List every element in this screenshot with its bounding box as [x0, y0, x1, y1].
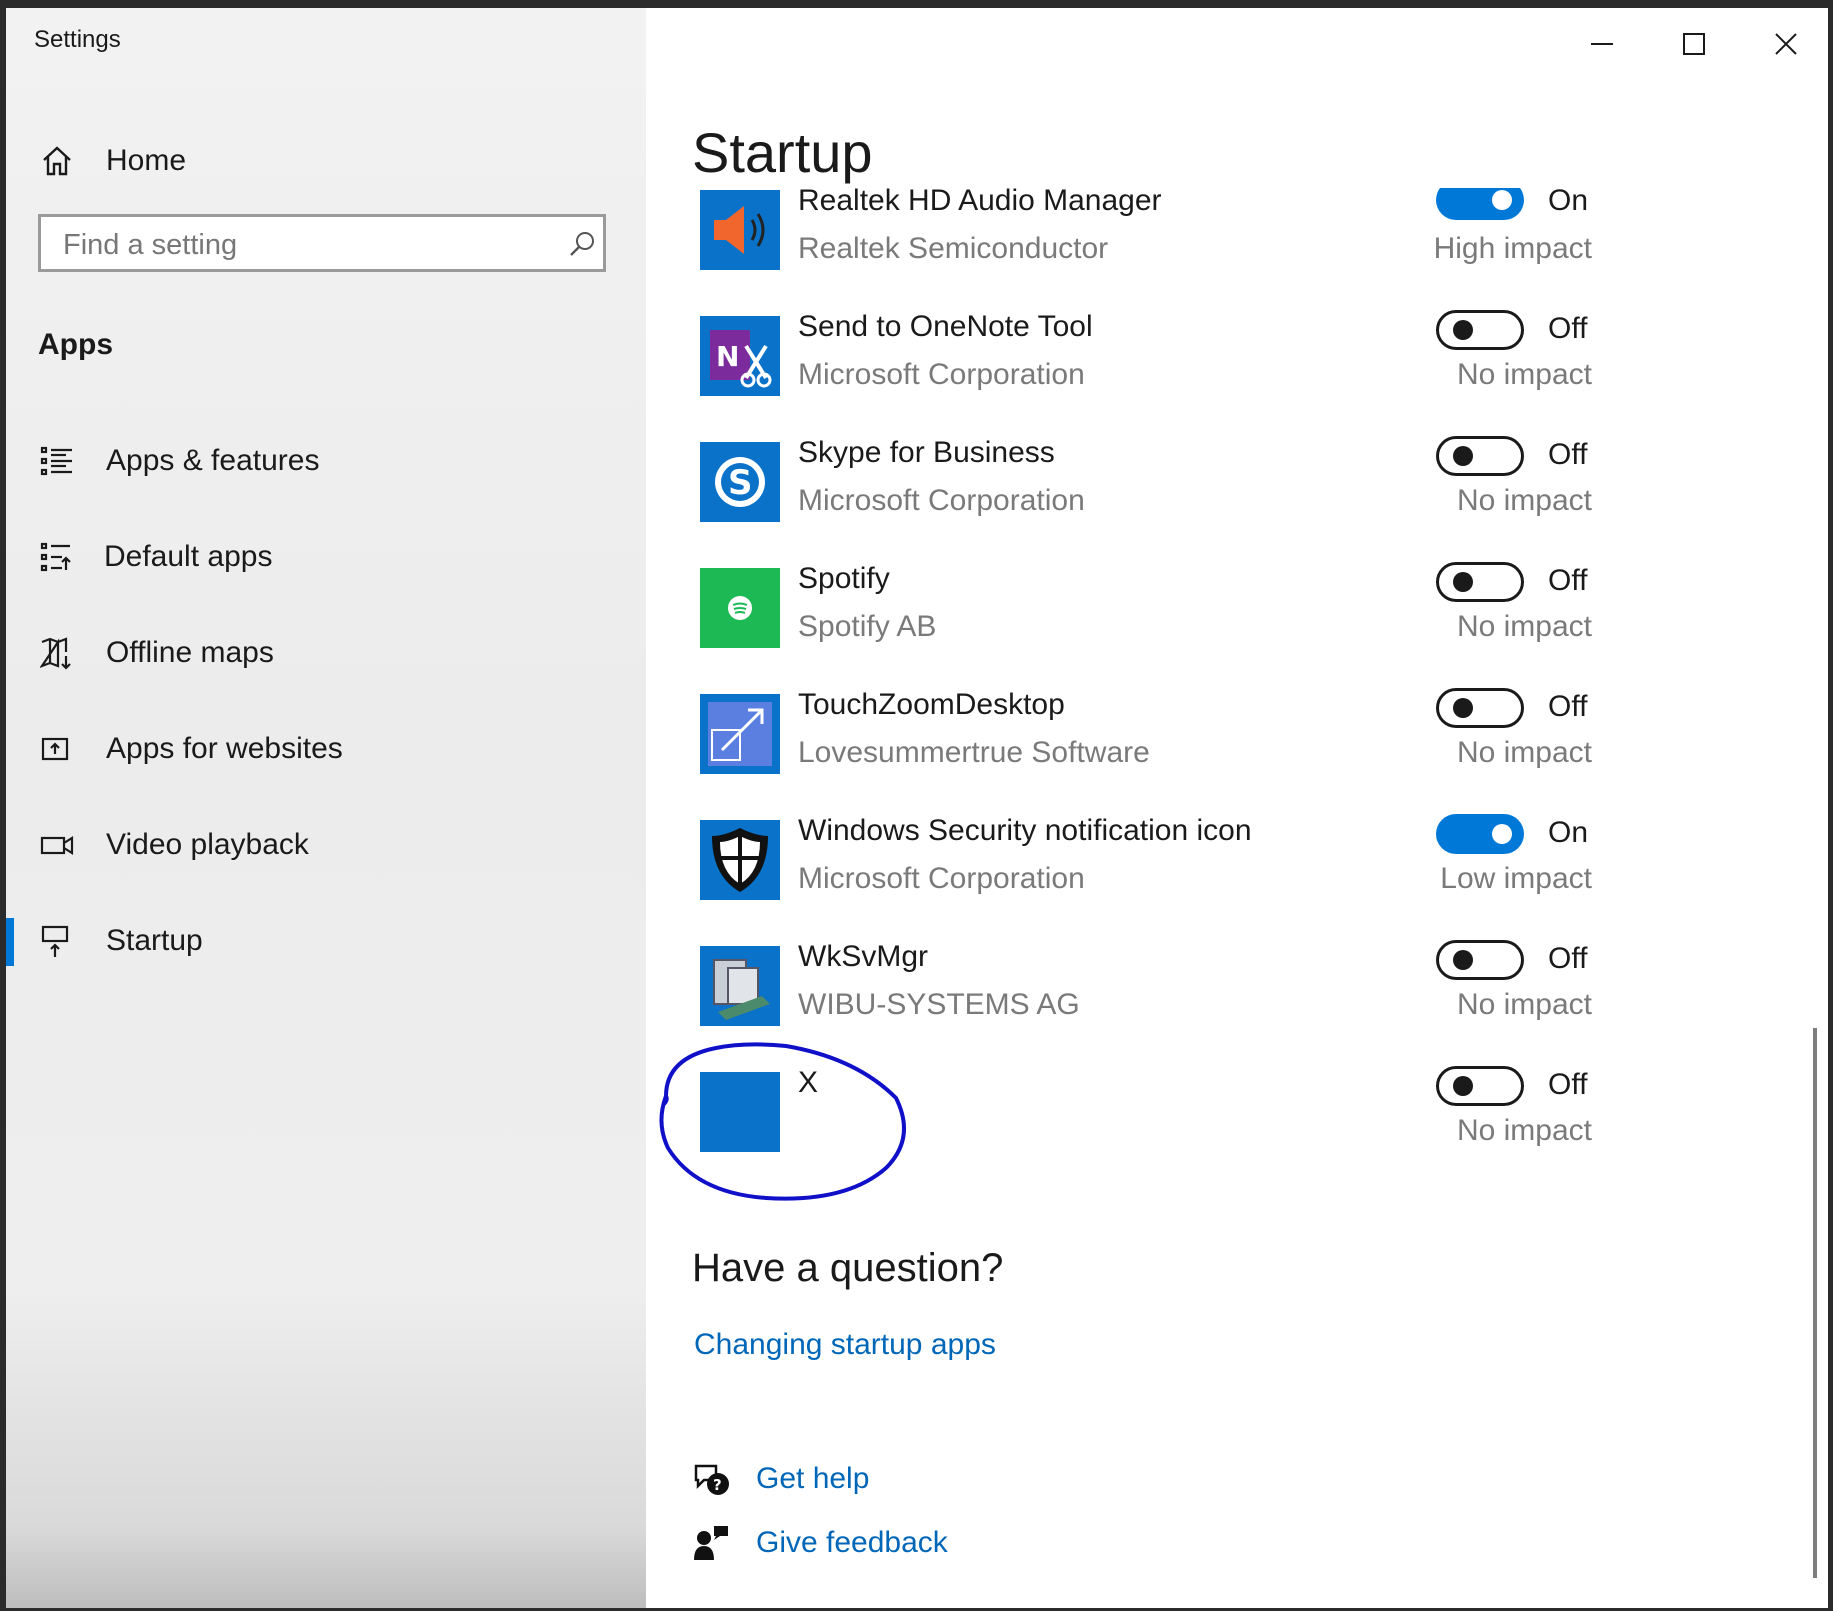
spotify-icon [700, 568, 780, 648]
zoom-arrows-icon [700, 694, 780, 774]
svg-text:N: N [716, 340, 739, 373]
feedback-person-icon [694, 1526, 728, 1560]
startup-toggle[interactable] [1436, 310, 1524, 350]
website-app-icon [41, 737, 69, 761]
search-input[interactable]: Find a setting [63, 229, 237, 262]
impact-label: No impact [1456, 358, 1592, 391]
impact-label: No impact [1456, 1114, 1592, 1147]
toggle-state: On [1548, 816, 1589, 849]
minimize-button[interactable] [1577, 14, 1627, 64]
list-item: Realtek HD Audio Manager Realtek Semicon… [652, 188, 1812, 280]
app-name: Realtek HD Audio Manager [798, 188, 1162, 217]
startup-toggle[interactable] [1436, 940, 1524, 980]
list-item: N Send to OneNote Tool Microsoft Corpora… [652, 296, 1812, 406]
app-name: WkSvMgr [798, 940, 928, 973]
toggle-state: Off [1548, 312, 1588, 345]
sidebar-item-label: Default apps [104, 540, 273, 573]
home-icon [43, 146, 71, 176]
list-item: S Skype for Business Microsoft Corporati… [652, 422, 1812, 532]
impact-label: No impact [1456, 988, 1592, 1021]
app-name: Spotify [798, 562, 890, 595]
apps-list-icon [40, 446, 72, 476]
startup-toggle[interactable] [1436, 1066, 1524, 1106]
startup-toggle[interactable] [1436, 562, 1524, 602]
video-camera-icon [40, 836, 74, 855]
onenote-icon: N [700, 316, 780, 396]
app-publisher: Microsoft Corporation [798, 484, 1085, 517]
impact-label: No impact [1456, 484, 1592, 517]
toggle-state: On [1548, 188, 1589, 217]
give-feedback-label: Give feedback [756, 1526, 948, 1559]
list-item: WkSvMgr WIBU-SYSTEMS AG Off No impact [652, 926, 1812, 1036]
search-icon[interactable] [568, 230, 596, 258]
annotation-circle [659, 1042, 906, 1201]
app-name: Windows Security notification icon [798, 814, 1252, 847]
page-title: Startup [692, 121, 873, 184]
sidebar-item-apps-websites[interactable]: Apps for websites [40, 726, 600, 778]
sidebar-item-label: Apps for websites [106, 732, 343, 765]
startup-toggle[interactable] [1436, 814, 1524, 854]
help-chat-icon: ? [694, 1464, 729, 1495]
sidebar-item-video-playback[interactable]: Video playback [40, 822, 600, 874]
app-name: TouchZoomDesktop [798, 688, 1065, 721]
sidebar-item-label: Video playback [106, 828, 309, 861]
app-publisher: Lovesummertrue Software [798, 736, 1150, 769]
skype-icon: S [700, 442, 780, 522]
impact-label: No impact [1456, 736, 1592, 769]
window-title: Settings [34, 26, 121, 53]
get-help-link[interactable]: ? Get help [692, 1460, 992, 1504]
default-apps-icon [40, 542, 71, 572]
sidebar-item-label: Apps & features [106, 444, 320, 477]
shield-icon [700, 820, 780, 900]
impact-label: High impact [1433, 232, 1592, 265]
app-name: Send to OneNote Tool [798, 310, 1093, 343]
search-box[interactable]: Find a setting [38, 214, 606, 272]
toggle-state: Off [1548, 690, 1588, 723]
sidebar-item-label: Startup [106, 924, 203, 957]
computer-icon [700, 946, 780, 1026]
list-item: Windows Security notification icon Micro… [652, 800, 1812, 910]
svg-text:S: S [728, 463, 753, 503]
section-heading-apps: Apps [38, 328, 113, 361]
sidebar-item-label: Offline maps [106, 636, 274, 669]
sidebar: Settings Home Find a setting Apps Apps &… [6, 8, 646, 1608]
app-publisher: Microsoft Corporation [798, 862, 1085, 895]
app-name: Skype for Business [798, 436, 1055, 469]
impact-label: No impact [1456, 610, 1592, 643]
app-publisher: Realtek Semiconductor [798, 232, 1109, 265]
get-help-label: Get help [756, 1462, 870, 1495]
app-publisher: Microsoft Corporation [798, 358, 1085, 391]
map-download-icon [40, 637, 71, 670]
settings-window: Settings Home Find a setting Apps Apps &… [6, 8, 1828, 1608]
scrollbar[interactable] [1813, 1028, 1817, 1578]
startup-icon [41, 925, 69, 957]
startup-toggle[interactable] [1436, 688, 1524, 728]
toggle-state: Off [1548, 564, 1588, 597]
changing-startup-apps-link[interactable]: Changing startup apps [694, 1328, 996, 1362]
sidebar-item-offline-maps[interactable]: Offline maps [40, 630, 600, 682]
app-publisher: Spotify AB [798, 610, 937, 643]
sidebar-item-apps-features[interactable]: Apps & features [40, 438, 600, 490]
sidebar-item-default-apps[interactable]: Default apps [40, 534, 600, 586]
toggle-state: Off [1548, 942, 1588, 975]
startup-toggle[interactable] [1436, 436, 1524, 476]
sidebar-item-startup[interactable]: Startup [40, 918, 600, 970]
impact-label: Low impact [1440, 862, 1592, 895]
question-heading: Have a question? [692, 1246, 1004, 1290]
maximize-button[interactable] [1669, 14, 1719, 64]
startup-toggle[interactable] [1436, 188, 1524, 220]
selected-indicator [6, 918, 14, 966]
svg-text:?: ? [713, 1476, 722, 1494]
toggle-state: Off [1548, 438, 1588, 471]
give-feedback-link[interactable]: Give feedback [692, 1524, 992, 1568]
app-publisher: WIBU-SYSTEMS AG [798, 988, 1080, 1021]
home-nav-item[interactable]: Home [40, 138, 560, 190]
list-item: Spotify Spotify AB Off No impact [652, 548, 1812, 658]
home-label: Home [106, 144, 187, 177]
toggle-state: Off [1548, 1068, 1588, 1101]
close-button[interactable] [1761, 14, 1811, 64]
list-item: TouchZoomDesktop Lovesummertrue Software… [652, 674, 1812, 784]
speaker-icon [700, 190, 780, 270]
